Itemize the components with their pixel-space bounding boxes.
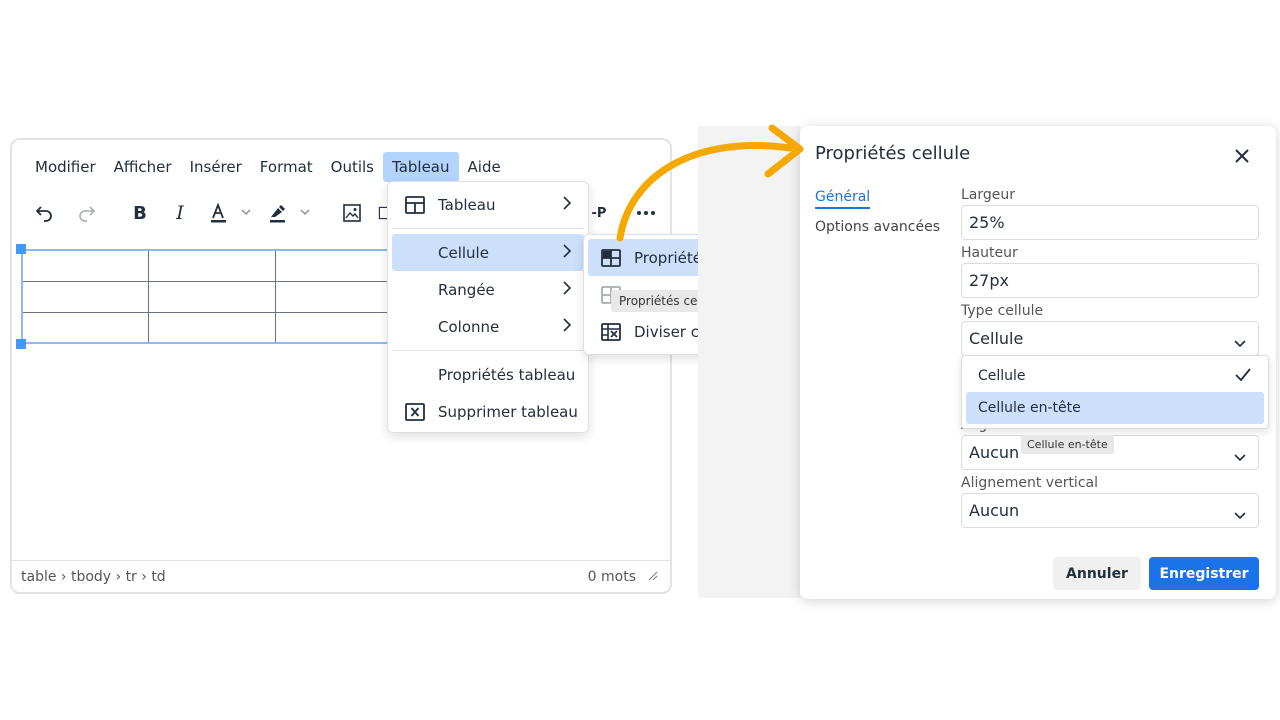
text-color-icon[interactable] bbox=[207, 198, 257, 228]
chevron-down-icon bbox=[1234, 447, 1246, 466]
menu-item-colonne[interactable]: Colonne bbox=[392, 308, 584, 345]
bold-icon[interactable]: B bbox=[129, 198, 151, 228]
cell-type-select[interactable]: Cellule bbox=[961, 321, 1259, 356]
table-icon bbox=[404, 194, 426, 216]
menu-item-label: Cellule bbox=[438, 243, 489, 262]
menu-aide[interactable]: Aide bbox=[459, 152, 510, 182]
menu-modifier[interactable]: Modifier bbox=[26, 152, 105, 182]
height-input[interactable]: 27px bbox=[961, 263, 1259, 298]
height-label: Hauteur bbox=[961, 245, 1018, 261]
table-cell[interactable] bbox=[274, 250, 403, 282]
table-menu: Tableau Cellule Rangée Colonne Propriété… bbox=[387, 181, 589, 433]
undo-icon[interactable] bbox=[32, 198, 56, 228]
menu-afficher[interactable]: Afficher bbox=[105, 152, 181, 182]
more-icon[interactable] bbox=[634, 198, 658, 228]
vertical-align-label: Alignement vertical bbox=[961, 475, 1098, 491]
cell-type-value: Cellule bbox=[969, 329, 1024, 348]
width-value: 25% bbox=[969, 213, 1005, 232]
menu-item-label: Rangée bbox=[438, 280, 495, 299]
menu-item-label: Propriétés tableau bbox=[438, 365, 576, 384]
menu-item-proprietes-tableau[interactable]: Propriétés tableau bbox=[392, 356, 584, 393]
statusbar: table › tbody › tr › td 0 mots bbox=[12, 560, 670, 592]
chevron-right-icon bbox=[562, 195, 572, 215]
cancel-button[interactable]: Annuler bbox=[1053, 557, 1141, 590]
menu-item-rangee[interactable]: Rangée bbox=[392, 271, 584, 308]
horizontal-align-value: Aucun bbox=[969, 443, 1020, 462]
width-label: Largeur bbox=[961, 187, 1016, 203]
content-table[interactable] bbox=[21, 250, 403, 344]
menu-item-tableau[interactable]: Tableau bbox=[392, 186, 584, 223]
width-input[interactable]: 25% bbox=[961, 205, 1259, 240]
chevron-right-icon bbox=[562, 243, 572, 263]
cell-type-options: Cellule Cellule en-tête bbox=[961, 355, 1269, 429]
vertical-align-value: Aucun bbox=[969, 501, 1020, 520]
cell-properties-dialog: Propriétés cellule Général Options avanc… bbox=[800, 126, 1276, 599]
menu-item-label: Tableau bbox=[438, 195, 496, 214]
cell-properties-icon bbox=[600, 247, 622, 269]
insert-image-icon[interactable] bbox=[340, 198, 364, 228]
table-cell[interactable] bbox=[21, 281, 150, 313]
option-label: Cellule bbox=[978, 368, 1026, 384]
resize-grip-icon[interactable] bbox=[648, 569, 658, 585]
chevron-down-icon bbox=[1234, 505, 1246, 524]
menu-item-cellule[interactable]: Cellule bbox=[392, 234, 584, 271]
option-cellule[interactable]: Cellule bbox=[966, 360, 1264, 392]
tab-general[interactable]: Général bbox=[815, 189, 871, 209]
menu-inserer[interactable]: Insérer bbox=[181, 152, 251, 182]
menu-item-label: Supprimer tableau bbox=[438, 402, 578, 421]
checkmark-icon bbox=[1234, 366, 1252, 388]
resize-handle-bottom-left[interactable] bbox=[16, 339, 26, 349]
chevron-down-icon bbox=[1234, 333, 1246, 352]
redo-icon[interactable] bbox=[75, 198, 99, 228]
dialog-tabs: Général Options avancées bbox=[815, 186, 940, 245]
table-cell[interactable] bbox=[21, 250, 150, 282]
menu-outils[interactable]: Outils bbox=[322, 152, 383, 182]
tooltip: Cellule en-tête bbox=[1021, 435, 1114, 454]
save-button[interactable]: Enregistrer bbox=[1149, 557, 1259, 590]
table-cell[interactable] bbox=[274, 312, 403, 344]
table-cell[interactable] bbox=[274, 281, 403, 313]
menu-format[interactable]: Format bbox=[251, 152, 322, 182]
height-value: 27px bbox=[969, 271, 1009, 290]
resize-handle-top-left[interactable] bbox=[16, 244, 26, 254]
highlight-color-icon[interactable] bbox=[266, 198, 316, 228]
word-count[interactable]: 0 mots bbox=[588, 569, 636, 585]
menubar: Modifier Afficher Insérer Format Outils … bbox=[26, 150, 510, 184]
table-cell[interactable] bbox=[148, 312, 276, 344]
tab-options-avancees[interactable]: Options avancées bbox=[815, 219, 940, 235]
dialog-title: Propriétés cellule bbox=[815, 143, 971, 164]
format-painter-icon[interactable]: -P bbox=[590, 198, 608, 228]
menu-item-supprimer-tableau[interactable]: Supprimer tableau bbox=[392, 393, 584, 430]
menu-item-label: Colonne bbox=[438, 317, 500, 336]
menu-tableau[interactable]: Tableau bbox=[383, 152, 459, 182]
vertical-align-select[interactable]: Aucun bbox=[961, 493, 1259, 528]
table-cell[interactable] bbox=[21, 312, 150, 344]
background-panel bbox=[698, 126, 800, 598]
italic-icon[interactable]: I bbox=[169, 198, 191, 228]
cell-type-label: Type cellule bbox=[961, 303, 1044, 319]
table-cell[interactable] bbox=[148, 281, 276, 313]
option-cellule-en-tete[interactable]: Cellule en-tête bbox=[966, 392, 1264, 424]
split-cell-icon bbox=[600, 321, 622, 343]
menu-divider bbox=[392, 228, 584, 229]
close-icon[interactable] bbox=[1230, 144, 1254, 168]
option-label: Cellule en-tête bbox=[978, 400, 1081, 416]
menu-divider bbox=[392, 350, 584, 351]
element-path[interactable]: table › tbody › tr › td bbox=[21, 569, 166, 585]
delete-table-icon bbox=[404, 401, 426, 423]
table-cell[interactable] bbox=[148, 250, 276, 282]
chevron-right-icon bbox=[562, 280, 572, 300]
chevron-right-icon bbox=[562, 317, 572, 337]
